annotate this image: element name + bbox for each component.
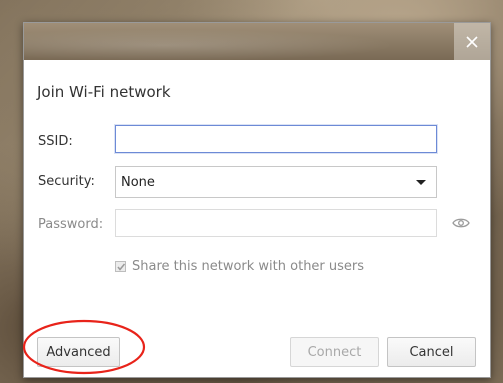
dropdown-arrow-icon (416, 180, 426, 185)
close-button[interactable] (454, 23, 490, 60)
join-wifi-dialog: Join Wi-Fi network SSID: Security: None … (22, 22, 491, 378)
advanced-button-label: Advanced (46, 344, 111, 360)
security-select[interactable]: None (115, 166, 437, 198)
share-checkbox[interactable] (115, 261, 126, 272)
connect-button-label: Connect (307, 344, 362, 360)
ssid-label: SSID: (38, 134, 73, 149)
close-icon (466, 35, 478, 48)
dialog-title: Join Wi-Fi network (37, 83, 171, 101)
password-input[interactable] (115, 209, 437, 237)
dialog-titlebar (24, 23, 490, 60)
advanced-button[interactable]: Advanced (22, 319, 146, 375)
security-label: Security: (38, 174, 95, 189)
share-network-option[interactable]: Share this network with other users (115, 259, 364, 274)
cancel-button[interactable]: Cancel (387, 337, 476, 367)
eye-icon[interactable] (452, 216, 470, 230)
share-label: Share this network with other users (132, 259, 365, 274)
checkmark-icon (117, 263, 126, 271)
connect-button[interactable]: Connect (290, 337, 379, 367)
cancel-button-label: Cancel (409, 344, 454, 360)
password-label: Password: (38, 217, 104, 232)
ssid-input[interactable] (115, 125, 437, 153)
security-selected-value: None (121, 174, 155, 190)
